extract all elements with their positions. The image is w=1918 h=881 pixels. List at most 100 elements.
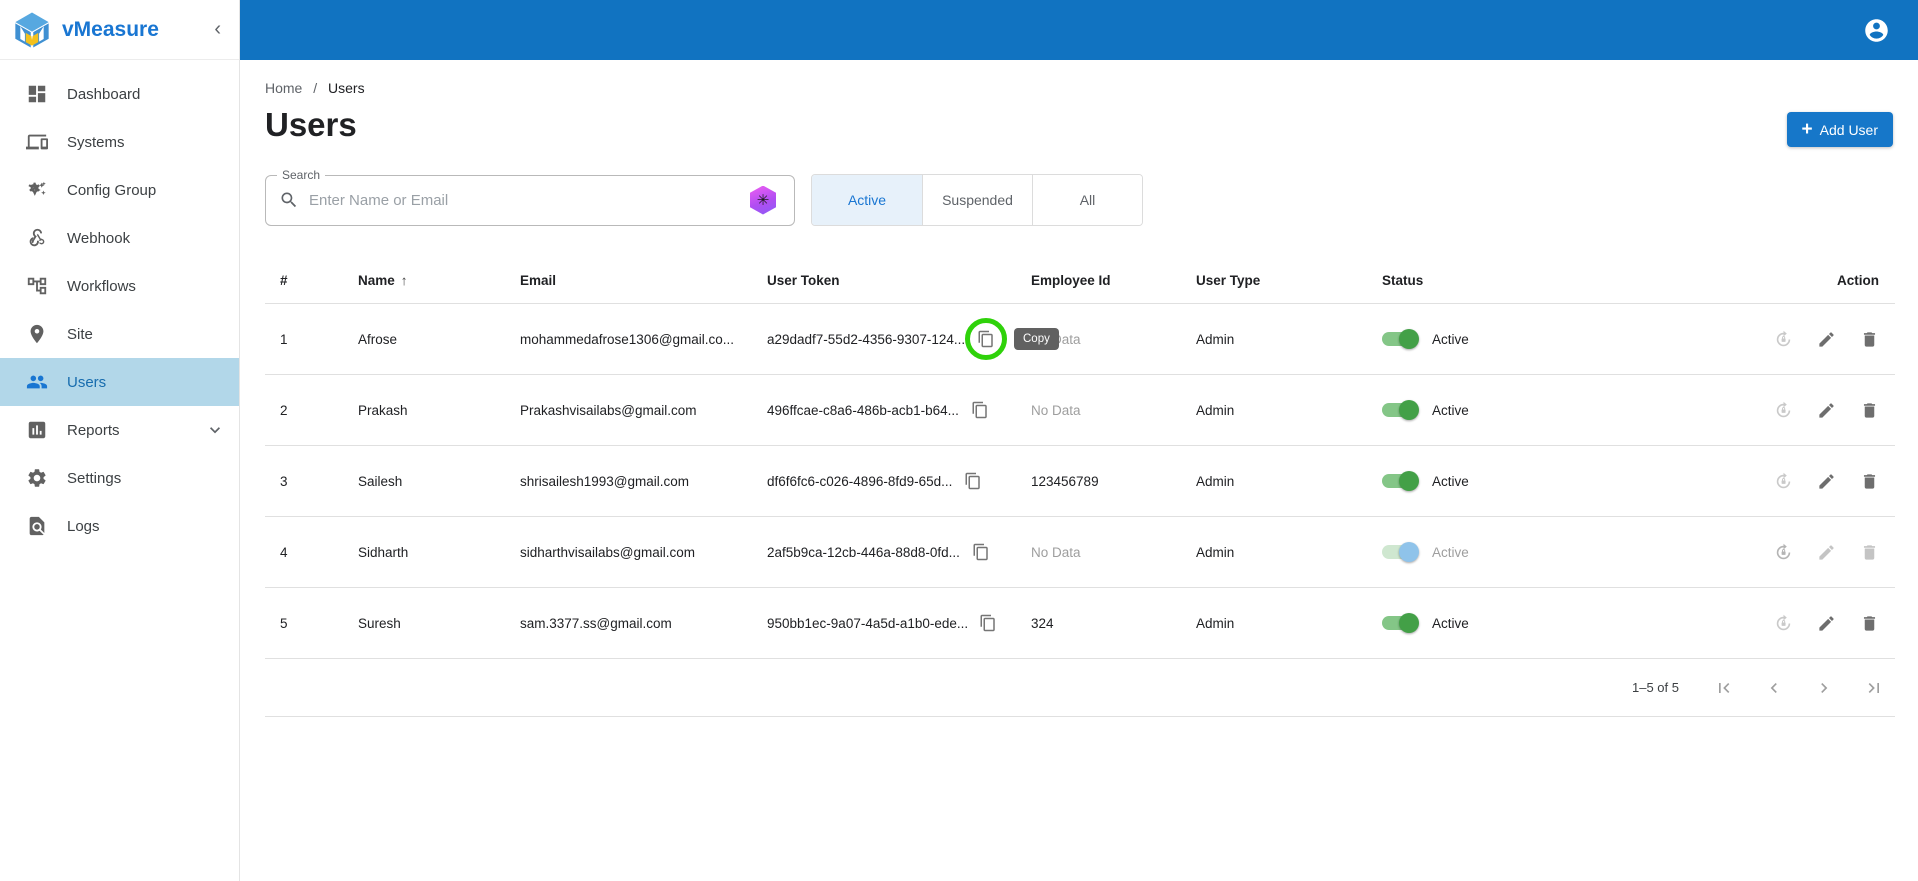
lock-reset-icon[interactable] [1773, 329, 1793, 349]
extension-hexagon-icon[interactable]: ✳ [750, 185, 776, 215]
previous-page-icon[interactable] [1763, 677, 1785, 699]
cell-name: Prakash [358, 402, 408, 418]
copy-token-button[interactable] [973, 608, 1003, 638]
cell-email: Prakashvisailabs@gmail.com [520, 402, 697, 418]
tab-all[interactable]: All [1032, 175, 1142, 225]
tab-active[interactable]: Active [812, 175, 922, 225]
status-toggle[interactable] [1382, 613, 1419, 633]
copy-token-button[interactable] [965, 395, 995, 425]
table-row: 5 Suresh sam.3377.ss@gmail.com 950bb1ec-… [265, 588, 1895, 659]
click-highlight-ring [965, 318, 1008, 360]
search-field-label: Search [277, 167, 326, 182]
col-header-token: User Token [767, 273, 840, 288]
edit-icon[interactable] [1816, 400, 1836, 420]
status-toggle[interactable] [1382, 542, 1419, 562]
status-label: Active [1432, 544, 1469, 560]
sidebar-item-reports[interactable]: Reports [0, 406, 239, 454]
edit-icon[interactable] [1816, 329, 1836, 349]
lock-reset-icon[interactable] [1773, 400, 1793, 420]
users-table: # Name ↑ Email User Token Employee Id Use… [265, 258, 1895, 717]
edit-icon[interactable] [1816, 471, 1836, 491]
delete-icon[interactable] [1859, 329, 1879, 349]
account-circle-icon[interactable] [1863, 17, 1890, 44]
pagination-range: 1–5 of 5 [1632, 680, 1679, 695]
cell-email: sam.3377.ss@gmail.com [520, 615, 672, 631]
col-header-employee-id: Employee Id [1031, 273, 1111, 288]
search-field[interactable]: Search ✳ [265, 167, 795, 226]
sidebar-item-settings[interactable]: Settings [0, 454, 239, 502]
status-toggle[interactable] [1382, 471, 1419, 491]
sidebar-menu: Dashboard Systems Config Group Webhook W… [0, 60, 239, 550]
users-group-icon [26, 371, 48, 393]
location-pin-icon [26, 323, 48, 345]
dashboard-icon [26, 83, 48, 105]
sidebar-item-users[interactable]: Users [0, 358, 239, 406]
table-header-row: # Name ↑ Email User Token Employee Id Use… [265, 258, 1895, 304]
cell-status: Active [1382, 471, 1632, 491]
status-filter-tabs: Active Suspended All [811, 174, 1143, 226]
copy-token-button[interactable] [966, 537, 996, 567]
sidebar-item-webhook[interactable]: Webhook [0, 214, 239, 262]
lock-reset-icon[interactable] [1773, 471, 1793, 491]
col-header-name[interactable]: Name ↑ [358, 273, 520, 288]
copy-token-button[interactable] [958, 466, 988, 496]
search-input[interactable] [309, 191, 750, 209]
sidebar-item-label: Site [67, 325, 93, 343]
breadcrumb: Home / Users [265, 80, 1895, 96]
top-app-bar [240, 0, 1918, 60]
sidebar-item-systems[interactable]: Systems [0, 118, 239, 166]
cell-employee-id: 324 [1031, 615, 1054, 631]
edit-icon[interactable] [1816, 613, 1836, 633]
last-page-icon[interactable] [1863, 677, 1885, 699]
vmeasure-logo-icon [15, 12, 49, 47]
add-user-label: Add User [1819, 121, 1878, 138]
workflow-tree-icon [26, 275, 48, 297]
cell-employee-id: Copy No Data [1014, 328, 1196, 350]
search-icon [279, 190, 299, 210]
status-label: Active [1432, 331, 1469, 347]
table-row: 2 Prakash Prakashvisailabs@gmail.com 496… [265, 375, 1895, 446]
cell-user-token: a29dadf7-55d2-4356-9307-124... [767, 318, 1031, 360]
sidebar-item-config-group[interactable]: Config Group [0, 166, 239, 214]
delete-icon[interactable] [1859, 542, 1879, 562]
next-page-icon[interactable] [1813, 677, 1835, 699]
first-page-icon[interactable] [1713, 677, 1735, 699]
cell-action [1632, 613, 1879, 633]
cell-user-type: Admin [1196, 402, 1235, 418]
copy-token-button[interactable] [971, 324, 1001, 354]
cell-user-type: Admin [1196, 331, 1235, 347]
bar-chart-icon [26, 419, 48, 441]
tab-suspended[interactable]: Suspended [922, 175, 1032, 225]
filter-controls: Search ✳ Active Suspended All [265, 167, 1895, 226]
sidebar-item-workflows[interactable]: Workflows [0, 262, 239, 310]
delete-icon[interactable] [1859, 613, 1879, 633]
devices-icon [26, 131, 48, 153]
sidebar-item-label: Logs [67, 517, 100, 535]
sidebar-item-logs[interactable]: Logs [0, 502, 239, 550]
breadcrumb-home[interactable]: Home [265, 80, 302, 96]
sidebar-collapse-icon[interactable]: ‹ [210, 18, 225, 41]
delete-icon[interactable] [1859, 471, 1879, 491]
sidebar-item-site[interactable]: Site [0, 310, 239, 358]
cell-status: Active [1382, 329, 1632, 349]
edit-icon[interactable] [1816, 542, 1836, 562]
plus-icon: + [1801, 119, 1813, 140]
status-toggle[interactable] [1382, 329, 1419, 349]
status-label: Active [1432, 473, 1469, 489]
cell-action [1632, 329, 1879, 349]
status-toggle[interactable] [1382, 400, 1419, 420]
delete-icon[interactable] [1859, 400, 1879, 420]
sort-asc-icon[interactable]: ↑ [401, 273, 408, 288]
lock-reset-icon[interactable] [1773, 542, 1793, 562]
sidebar-item-label: Users [67, 373, 107, 391]
col-header-status: Status [1382, 273, 1424, 288]
status-label: Active [1432, 615, 1469, 631]
cell-user-type: Admin [1196, 473, 1235, 489]
cell-email: shrisailesh1993@gmail.com [520, 473, 690, 489]
add-user-button[interactable]: + Add User [1786, 112, 1893, 147]
sidebar-item-dashboard[interactable]: Dashboard [0, 70, 239, 118]
col-header-user-type: User Type [1196, 273, 1261, 288]
cell-name: Sidharth [358, 544, 409, 560]
sidebar-item-label: Webhook [67, 229, 131, 247]
lock-reset-icon[interactable] [1773, 613, 1793, 633]
